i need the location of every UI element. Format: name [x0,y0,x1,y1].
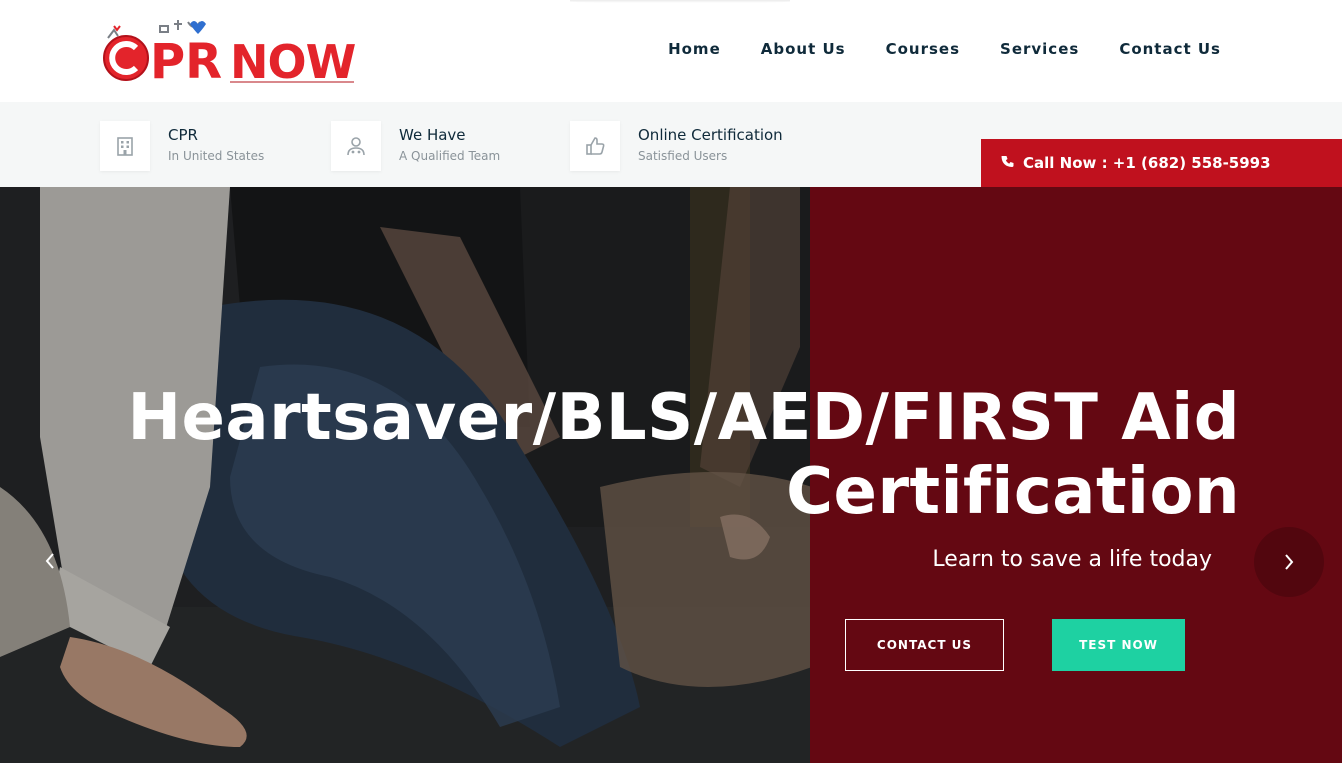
info-subtitle: Satisfied Users [638,149,728,163]
info-item-cpr: CPR In United States [100,121,264,171]
hero-title-line1: Heartsaver/BLS/AED/FIRST Aid [127,381,1240,455]
info-subtitle: In United States [168,149,265,163]
building-icon [100,121,150,171]
info-title: Online Certification [638,126,783,144]
info-title: We Have [399,126,466,144]
main-nav: Home About Us Courses Services Contact U… [668,40,1221,58]
hero-subtitle: Learn to save a life today [932,547,1212,572]
nav-home[interactable]: Home [668,40,721,58]
hero-title-line2: Certification [786,455,1240,529]
info-item-certification: Online Certification Satisfied Users [570,121,783,171]
cpr-now-logo[interactable]: PR NOW [100,18,358,90]
call-now-button[interactable]: Call Now : +1 (682) 558-5993 [981,139,1342,187]
nav-about-us[interactable]: About Us [761,40,846,58]
header-tab-shadow [570,0,790,3]
nav-contact-us[interactable]: Contact Us [1119,40,1221,58]
svg-text:PR: PR [150,34,222,84]
slider-prev-arrow-icon[interactable] [34,545,66,577]
site-header: PR NOW Home About Us Courses Services Co… [0,0,1342,102]
doctor-icon [331,121,381,171]
phone-icon [1001,154,1015,173]
hero-slider: Heartsaver/BLS/AED/FIRST Aid Certificati… [0,187,1342,763]
contact-us-button[interactable]: CONTACT US [845,619,1004,671]
thumbs-up-icon [570,121,620,171]
test-now-button[interactable]: TEST NOW [1052,619,1185,671]
svg-text:NOW: NOW [230,35,356,84]
nav-services[interactable]: Services [1000,40,1079,58]
info-subtitle: A Qualified Team [399,149,501,163]
nav-courses[interactable]: Courses [886,40,960,58]
slider-next-arrow-icon[interactable] [1254,527,1324,597]
hero-title: Heartsaver/BLS/AED/FIRST Aid Certificati… [0,381,1240,529]
info-item-team: We Have A Qualified Team [331,121,500,171]
call-now-label: Call Now : +1 (682) 558-5993 [1023,154,1271,172]
info-title: CPR [168,126,198,144]
